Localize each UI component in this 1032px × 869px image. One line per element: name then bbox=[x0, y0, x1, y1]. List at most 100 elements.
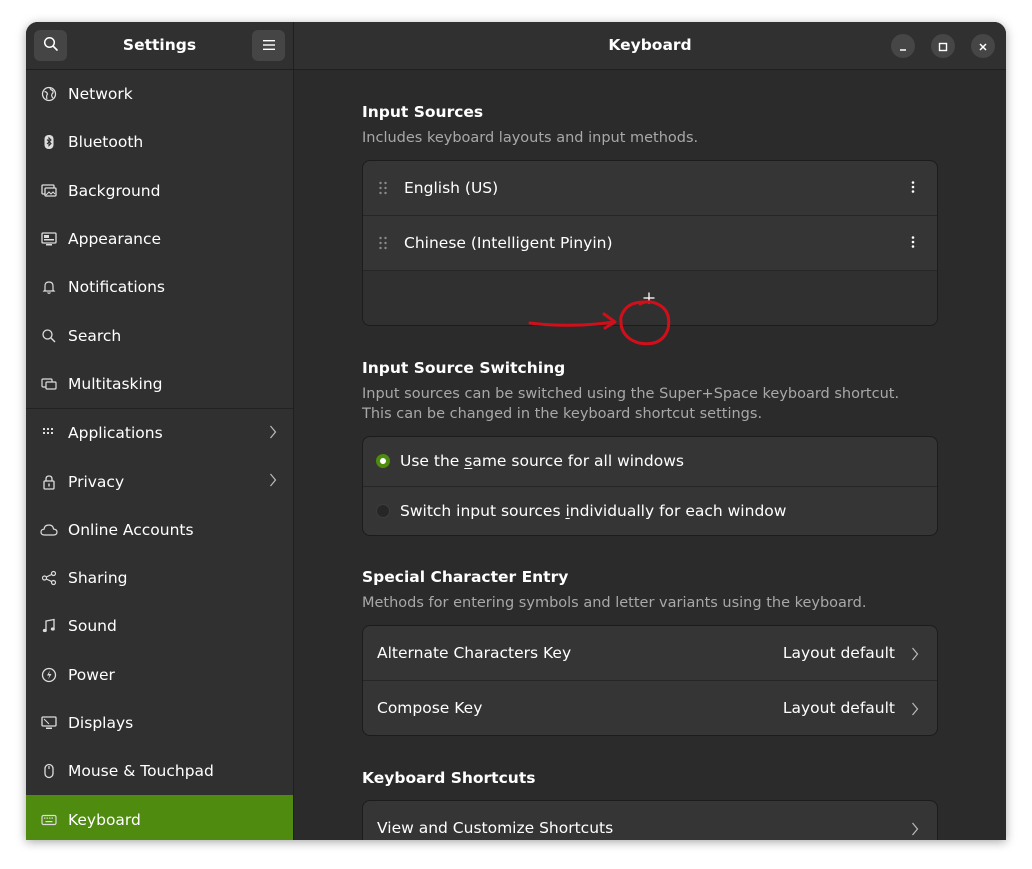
sidebar-item-sound[interactable]: Sound bbox=[26, 602, 293, 650]
settings-window: Settings Network Bluetooth Background Ap… bbox=[26, 22, 1006, 840]
radio-row-same-source[interactable]: Use the same source for all windows bbox=[363, 437, 937, 487]
section-title-shortcuts: Keyboard Shortcuts bbox=[362, 769, 536, 787]
section-title-special-chars: Special Character Entry bbox=[362, 568, 569, 586]
kebab-menu-icon[interactable] bbox=[911, 235, 915, 253]
close-icon bbox=[978, 37, 988, 56]
row-value: Layout default bbox=[782, 699, 895, 717]
sidebar-item-label: Notifications bbox=[68, 278, 166, 297]
radio-row-individual[interactable]: Switch input sources individually for ea… bbox=[363, 487, 937, 536]
row-label: View and Customize Shortcuts bbox=[377, 819, 614, 837]
sidebar-list: Network Bluetooth Background Appearance … bbox=[26, 70, 293, 840]
sidebar-item-label: Online Accounts bbox=[68, 520, 194, 539]
sidebar-item-label: Keyboard bbox=[68, 810, 141, 829]
sidebar-item-label: Power bbox=[68, 665, 115, 684]
label-part: ame source for all windows bbox=[472, 452, 684, 471]
row-label: Compose Key bbox=[377, 699, 483, 717]
compose-key-row[interactable]: Compose Key Layout default bbox=[363, 681, 937, 735]
section-desc-switching-2: This can be changed in the keyboard shor… bbox=[362, 406, 763, 422]
input-source-row[interactable]: English (US) bbox=[363, 161, 937, 216]
chevron-right-icon bbox=[911, 821, 919, 840]
bluetooth-icon bbox=[39, 132, 59, 152]
input-source-row[interactable]: Chinese (Intelligent Pinyin) bbox=[363, 216, 937, 271]
close-button[interactable] bbox=[971, 34, 995, 58]
appearance-icon bbox=[39, 229, 59, 249]
alternate-characters-key-row[interactable]: Alternate Characters Key Layout default bbox=[363, 626, 937, 681]
special-chars-list: Alternate Characters Key Layout default … bbox=[362, 625, 938, 736]
chevron-right-icon bbox=[911, 646, 919, 666]
sidebar-item-sharing[interactable]: Sharing bbox=[26, 554, 293, 602]
sidebar-item-notifications[interactable]: Notifications bbox=[26, 263, 293, 311]
sidebar-item-appearance[interactable]: Appearance bbox=[26, 215, 293, 263]
row-label: Alternate Characters Key bbox=[377, 644, 572, 662]
row-value: Layout default bbox=[782, 644, 895, 662]
input-source-label: English (US) bbox=[404, 179, 499, 197]
drag-handle-icon[interactable] bbox=[378, 236, 390, 250]
sidebar-item-label: Multitasking bbox=[68, 374, 163, 393]
bell-icon bbox=[39, 277, 59, 297]
grid-icon bbox=[39, 423, 59, 443]
section-desc-special-chars: Methods for entering symbols and letter … bbox=[362, 595, 867, 611]
primary-menu-button[interactable] bbox=[252, 30, 285, 61]
section-desc-input-sources: Includes keyboard layouts and input meth… bbox=[362, 130, 699, 146]
search-icon bbox=[39, 326, 59, 346]
shortcuts-list: View and Customize Shortcuts bbox=[362, 800, 938, 840]
share-icon bbox=[39, 568, 59, 588]
maximize-icon bbox=[938, 37, 948, 56]
multitasking-icon bbox=[39, 374, 59, 394]
sidebar: Settings Network Bluetooth Background Ap… bbox=[26, 22, 294, 840]
maximize-button[interactable] bbox=[931, 34, 955, 58]
sidebar-item-online-accounts[interactable]: Online Accounts bbox=[26, 506, 293, 554]
section-title-switching: Input Source Switching bbox=[362, 359, 566, 377]
sidebar-item-applications[interactable]: Applications bbox=[26, 409, 293, 457]
input-source-label: Chinese (Intelligent Pinyin) bbox=[404, 234, 613, 252]
globe-icon bbox=[39, 84, 59, 104]
sidebar-item-network[interactable]: Network bbox=[26, 70, 293, 118]
minimize-icon bbox=[898, 37, 908, 56]
chevron-right-icon bbox=[911, 701, 919, 721]
sidebar-item-label: Search bbox=[68, 326, 122, 345]
sidebar-item-label: Privacy bbox=[68, 472, 125, 491]
kebab-menu-icon[interactable] bbox=[911, 180, 915, 198]
lock-icon bbox=[39, 472, 59, 492]
sidebar-item-label: Appearance bbox=[68, 230, 162, 249]
sidebar-item-background[interactable]: Background bbox=[26, 167, 293, 215]
radio-label-same-source: Use the same source for all windows bbox=[400, 452, 684, 470]
switching-options: Use the same source for all windows Swit… bbox=[362, 436, 938, 536]
sidebar-item-multitasking[interactable]: Multitasking bbox=[26, 360, 293, 410]
radio-label-individual: Switch input sources individually for ea… bbox=[400, 502, 786, 520]
sidebar-item-label: Mouse & Touchpad bbox=[68, 762, 214, 781]
music-note-icon bbox=[39, 616, 59, 636]
sidebar-item-label: Sharing bbox=[68, 569, 128, 588]
sidebar-item-privacy[interactable]: Privacy bbox=[26, 457, 293, 505]
label-part: Switch input sources bbox=[400, 501, 566, 520]
section-title-input-sources: Input Sources bbox=[362, 103, 484, 121]
sidebar-item-mouse-touchpad[interactable]: Mouse & Touchpad bbox=[26, 747, 293, 795]
label-part: Use the bbox=[400, 452, 465, 471]
section-desc-switching-1: Input sources can be switched using the … bbox=[362, 386, 900, 402]
annotation-arrow-circle bbox=[528, 300, 671, 346]
display-icon bbox=[39, 713, 59, 733]
sidebar-item-label: Displays bbox=[68, 714, 134, 732]
chevron-right-icon bbox=[269, 424, 277, 444]
sidebar-item-keyboard[interactable]: Keyboard bbox=[26, 795, 293, 840]
background-icon bbox=[39, 181, 59, 201]
header-bar: Keyboard bbox=[294, 22, 1006, 70]
chevron-right-icon bbox=[269, 472, 277, 492]
sidebar-item-label: Sound bbox=[68, 617, 117, 636]
sidebar-header: Settings bbox=[26, 22, 293, 70]
sidebar-item-power[interactable]: Power bbox=[26, 651, 293, 699]
power-icon bbox=[39, 665, 59, 685]
sidebar-item-label: Applications bbox=[68, 424, 163, 443]
sidebar-item-bluetooth[interactable]: Bluetooth bbox=[26, 118, 293, 166]
sidebar-item-displays[interactable]: Displays bbox=[26, 699, 293, 747]
mouse-icon bbox=[39, 761, 59, 781]
drag-handle-icon[interactable] bbox=[378, 181, 390, 195]
cloud-icon bbox=[39, 520, 59, 540]
keyboard-icon bbox=[39, 810, 59, 830]
radio-button-selected[interactable] bbox=[376, 454, 390, 469]
view-customize-shortcuts-row[interactable]: View and Customize Shortcuts bbox=[363, 801, 937, 840]
sidebar-item-label: Network bbox=[68, 85, 133, 104]
minimize-button[interactable] bbox=[891, 34, 915, 58]
sidebar-item-search[interactable]: Search bbox=[26, 311, 293, 359]
radio-button-unselected[interactable] bbox=[376, 503, 390, 518]
